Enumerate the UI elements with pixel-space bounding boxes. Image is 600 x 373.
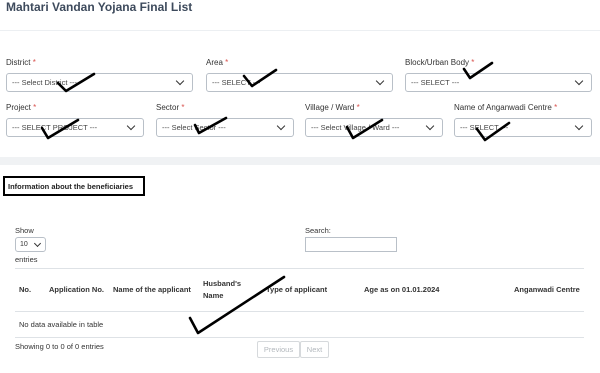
village-label: Village / Ward * [305,103,360,112]
district-select[interactable]: --- Select District --- [6,73,193,92]
empty-table-message: No data available in table [15,311,584,338]
chevron-down-icon [375,76,385,86]
table-header-row: No. Application No. Name of the applican… [15,268,584,312]
previous-button[interactable]: Previous [257,341,300,358]
district-label: District * [6,58,36,67]
column-header[interactable]: Type of applicant [262,268,360,312]
column-header[interactable]: Husband's Name [199,268,262,312]
section-heading: Information about the beneficiaries [3,176,145,196]
block-label: Block/Urban Body * [405,58,475,67]
beneficiaries-table: No. Application No. Name of the applican… [15,268,584,338]
column-header[interactable]: Anganwadi Centre [510,268,584,312]
area-select[interactable]: --- SELECT --- [206,73,393,92]
divider [0,30,600,31]
column-header[interactable]: Age as on 01.01.2024 [360,268,510,312]
anganwadi-label: Name of Anganwadi Centre * [454,103,558,112]
column-header[interactable]: Name of the applicant [109,268,199,312]
sector-label: Sector * [156,103,185,112]
column-header[interactable]: Application No. [45,268,109,312]
anganwadi-select[interactable]: --- SELECT --- [454,118,592,137]
entries-label: entries [15,255,38,264]
sector-select[interactable]: --- Select Sector --- [156,118,294,137]
chevron-down-icon [574,121,584,131]
chevron-down-icon [126,121,136,131]
page-title: Mahtari Vandan Yojana Final List [6,0,193,14]
village-select[interactable]: --- Select Village / Ward --- [305,118,443,137]
table-info: Showing 0 to 0 of 0 entries [15,342,104,351]
search-label: Search: [305,226,331,235]
area-label: Area * [206,58,229,67]
search-input[interactable] [305,237,397,252]
next-button[interactable]: Next [300,341,329,358]
chevron-down-icon [574,76,584,86]
chevron-down-icon [276,121,286,131]
chevron-down-icon [175,76,185,86]
project-label: Project * [6,103,37,112]
show-label: Show [15,226,34,235]
chevron-down-icon [33,239,42,247]
block-select[interactable]: --- SELECT --- [405,73,592,92]
project-select[interactable]: --- SELECT PROJECT --- [6,118,144,137]
entries-length-select[interactable]: 10 [15,237,46,252]
column-header[interactable]: No. [15,268,45,312]
table-row: No data available in table [15,311,584,338]
chevron-down-icon [425,121,435,131]
section-divider [0,157,600,165]
